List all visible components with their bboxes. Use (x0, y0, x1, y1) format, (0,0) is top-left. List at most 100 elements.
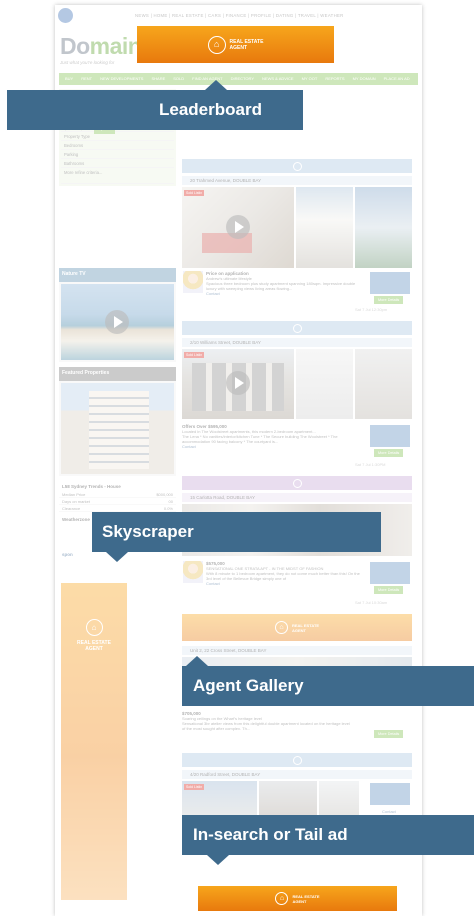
more-details-button[interactable]: More Details (374, 586, 404, 594)
play-icon[interactable] (105, 310, 129, 334)
listing-description: Price on application Andrew's ultimate l… (206, 271, 366, 296)
listing-photo-3[interactable] (355, 187, 412, 268)
beach-video-thumbnail[interactable] (61, 284, 174, 360)
featured-properties-widget[interactable]: Featured Properties (59, 367, 176, 476)
listing-photo-2[interactable] (296, 349, 353, 419)
tail-ad-callout: In-search or Tail ad (182, 815, 474, 855)
house-icon: ⌂ (85, 619, 103, 636)
listing-photo-3[interactable] (355, 349, 412, 419)
contact-link[interactable]: Contact (206, 291, 366, 296)
sold-tag: Sold Listin (184, 352, 205, 358)
ad-brand-line2: AGENT (292, 898, 307, 904)
trend-row: Clearance 0.0% (59, 505, 176, 512)
house-icon: ⌂ (275, 892, 289, 905)
inspection-time: Sat 7 Jul 1:30PM (355, 462, 386, 467)
nav-item-my-oot[interactable]: MY OOT (302, 73, 318, 85)
listing-title[interactable]: 2/10 Williams Street, DOUBLE BAY (182, 338, 412, 347)
agent-logo[interactable] (370, 562, 410, 584)
nav-item-place-ad[interactable]: PLACE AN AD (384, 73, 410, 85)
domain-listing-page: NEWS | HOME | REAL ESTATE | CARS | FINAN… (55, 5, 422, 916)
listing-tile-ad[interactable] (182, 753, 412, 767)
listing-photo[interactable]: Sold Listin (182, 349, 294, 419)
listing-photo[interactable]: Sold Listin (182, 187, 294, 268)
nav-item-share[interactable]: SHARE (151, 73, 165, 85)
listing-photo-2[interactable] (296, 187, 353, 268)
trend-value: $000,000 (156, 492, 173, 497)
leaderboard-arrow-icon (205, 80, 227, 90)
skyscraper-arrow-icon (106, 552, 128, 562)
ad-brand-line2: AGENT (85, 646, 103, 652)
listing-body: Sensational 3br atelier views from this … (182, 721, 350, 731)
trend-key: Days on market (62, 499, 91, 504)
more-criteria-link[interactable]: More refine criteria... (61, 168, 174, 184)
inspection-time: Sat 7 Jul 12:30pm (355, 307, 388, 312)
listing-title[interactable]: 15 Carlotta Road, DOUBLE BAY (182, 493, 412, 502)
building-shape (89, 391, 149, 469)
listing-tile-ad[interactable] (182, 476, 412, 490)
listing-title[interactable]: Unit 2, 22 Cross Street, DOUBLE BAY (182, 646, 412, 655)
ad-brand-text: REAL ESTATE AGENT (292, 623, 319, 633)
ad-brand-text: REAL ESTATE AGENT (230, 39, 264, 51)
trends-title: L58 Sydney Trends - House (62, 484, 121, 489)
listing-title[interactable]: 4/20 Radford Street, DOUBLE BAY (182, 770, 412, 779)
listing-description: $705,000 Soaring ceilings on the Wharf's… (182, 711, 352, 731)
agent-logo[interactable] (370, 425, 410, 447)
featured-building-photo[interactable] (61, 383, 174, 474)
nature-tv-widget[interactable]: Nature TV (59, 268, 176, 362)
trend-key: Clearance (62, 506, 81, 511)
more-details-button[interactable]: More Details (374, 296, 404, 304)
play-icon[interactable] (226, 371, 250, 395)
top-links[interactable]: NEWS | HOME | REAL ESTATE | CARS | FINAN… (135, 13, 344, 18)
nav-item-reports[interactable]: REPORTS (325, 73, 344, 85)
inspection-time: Sat 7 Jul 10:30am (355, 600, 388, 605)
nav-item-rent[interactable]: RENT (81, 73, 92, 85)
site-tagline: Just what you're looking for (60, 60, 115, 65)
contact-link[interactable]: Contact (206, 581, 366, 586)
tail-ad[interactable]: ⌂ REAL ESTATE AGENT (198, 886, 397, 911)
skyscraper-callout: Skyscraper (92, 512, 381, 552)
site-logo[interactable]: Domain (60, 33, 142, 60)
house-icon (292, 755, 302, 765)
nav-item-sold[interactable]: SOLD (173, 73, 184, 85)
play-icon[interactable] (226, 215, 250, 239)
sidebar-row[interactable]: Property Type (61, 132, 174, 141)
sidebar-row[interactable]: Bathrooms (61, 159, 174, 168)
ad-brand-line1: REAL ESTATE (291, 622, 320, 628)
ad-brand-line1: REAL ESTATE (229, 38, 264, 45)
leaderboard-ad[interactable]: ⌂ REAL ESTATE AGENT (137, 26, 334, 63)
contact-link[interactable]: Contact (382, 809, 396, 814)
trend-key: Median Price (62, 492, 86, 497)
ad-brand-text: REAL ESTATE AGENT (77, 640, 111, 652)
ad-brand-line1: REAL ESTATE (292, 893, 320, 899)
agent-logo[interactable] (370, 272, 410, 294)
skyscraper-ad[interactable]: ⌂ REAL ESTATE AGENT (61, 583, 127, 900)
domain-small-logo (58, 8, 73, 23)
nav-item-news[interactable]: NEWS & ADVICE (262, 73, 294, 85)
nav-item-buy[interactable]: BUY (65, 73, 73, 85)
sidebar-row[interactable]: Bedrooms (61, 141, 174, 150)
contact-link[interactable]: Contact (182, 444, 352, 449)
nav-item-my-domain[interactable]: MY DOMAIN (353, 73, 376, 85)
agent-avatar (183, 271, 203, 293)
sidebar-row[interactable]: Parking (61, 150, 174, 159)
listing-tile-ad[interactable] (182, 159, 412, 173)
listing-title[interactable]: 20 Trahmed Avenue, DOUBLE BAY (182, 176, 412, 185)
more-details-button[interactable]: More Details (374, 730, 404, 738)
nav-item-new-developments[interactable]: NEW DEVELOPMENTS (100, 73, 143, 85)
widget-title: Featured Properties (59, 367, 176, 381)
more-details-button[interactable]: More Details (374, 449, 404, 457)
house-icon (292, 478, 302, 488)
listing-tile-ad[interactable] (182, 321, 412, 335)
house-icon: ⌂ (274, 621, 288, 634)
trend-row: Days on market 00 (59, 498, 176, 505)
agent-avatar (183, 561, 203, 583)
ad-brand-line2: AGENT (291, 627, 306, 633)
in-search-ad[interactable]: ⌂ REAL ESTATE AGENT (182, 614, 412, 641)
widget-title: Nature TV (59, 268, 176, 282)
trend-row: Median Price $000,000 (59, 491, 176, 498)
tail-ad-arrow-icon (207, 855, 229, 865)
listing-description: $575,000 SENSATIONAL ONE STRATA APT - IN… (206, 561, 366, 586)
nav-item-directory[interactable]: DIRECTORY (231, 73, 254, 85)
sold-tag: Sold Listin (184, 190, 205, 196)
agent-logo[interactable] (370, 783, 410, 805)
